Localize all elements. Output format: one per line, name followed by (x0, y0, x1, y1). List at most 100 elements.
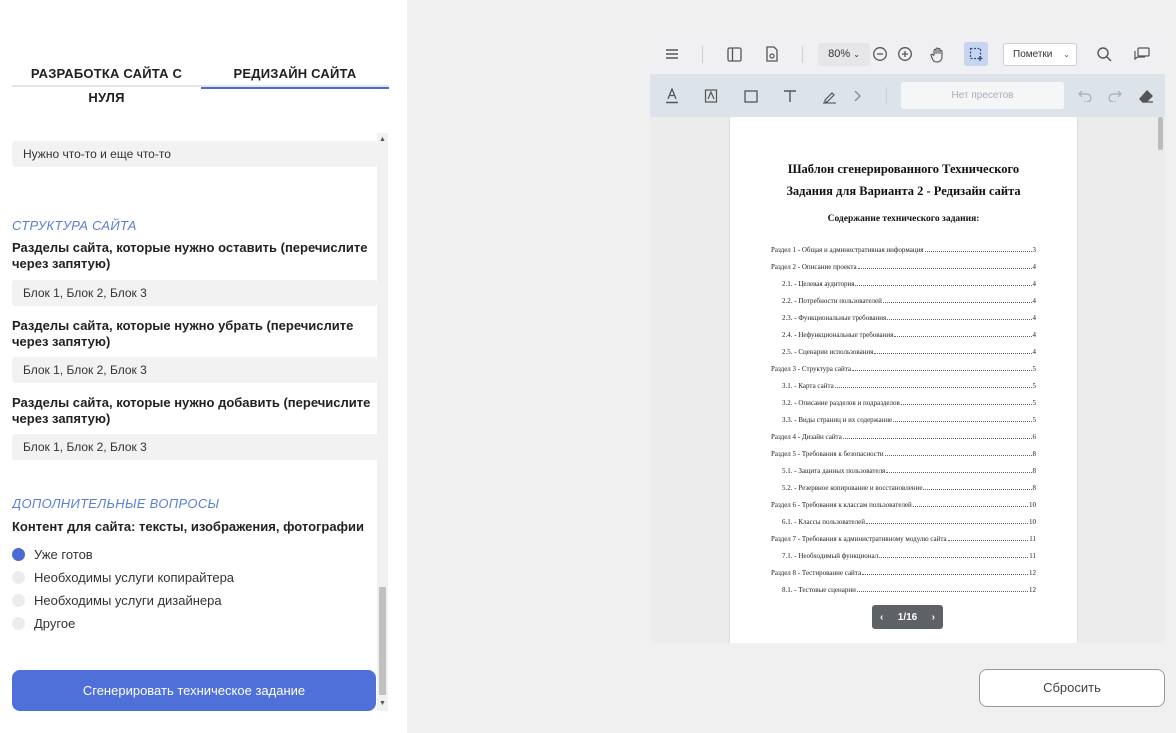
toc-entry[interactable]: 3.2. - Описание разделов и подразделов 5 (771, 390, 1036, 407)
toc-entry[interactable]: 8.1. - Тестовые сценарии 12 (771, 577, 1036, 594)
toc-entry[interactable]: 6.1. - Классы пользователей 10 (771, 509, 1036, 526)
form-scroll-area: Нужно что-то и еще что-то СТРУКТУРА САЙТ… (12, 133, 377, 711)
toc-entry[interactable]: 3.1. - Карта сайта 5 (771, 373, 1036, 390)
pan-hand-icon[interactable] (927, 43, 949, 65)
toc-leader-dots (865, 523, 1028, 524)
highlight-text-icon[interactable] (700, 85, 722, 107)
toc-entry-page: 12 (1029, 569, 1036, 577)
toc-entry[interactable]: 2.5. - Сценарии использования 4 (771, 339, 1036, 356)
radio-option-ready[interactable]: Уже готов (12, 546, 93, 562)
toc-entry[interactable]: 2.3. - Функциональные требования 4 (771, 305, 1036, 322)
toc-entry-text: Раздел 4 - Дизайн сайта (771, 433, 842, 441)
toc-entry-text: 2.1. - Целевая аудитория (782, 280, 855, 288)
toc-entry-page: 4 (1032, 280, 1037, 288)
viewer-toolbar: 80% ⌄ Пометки ⌄ (650, 34, 1165, 75)
toc-entry[interactable]: Раздел 7 - Требования к административном… (771, 526, 1036, 543)
chevron-down-icon: ⌄ (853, 50, 860, 59)
keep-sections-label: Разделы сайта, которые нужно оставить (п… (12, 240, 368, 271)
toc-leader-dots (834, 387, 1032, 388)
annotations-dropdown[interactable]: Пометки ⌄ (1003, 43, 1077, 66)
add-sections-input[interactable]: Блок 1, Блок 2, Блок 3 (12, 434, 377, 460)
scrollbar-thumb[interactable] (379, 587, 386, 695)
document-canvas[interactable]: Шаблон сгенерированного Технического Зад… (650, 117, 1165, 643)
radio-option-designer[interactable]: Необходимы услуги дизайнера (12, 592, 222, 608)
toc-entry-text: 5.2. - Резервное копирование и восстанов… (782, 484, 923, 492)
keep-sections-input[interactable]: Блок 1, Блок 2, Блок 3 (12, 280, 377, 306)
radio-button[interactable] (12, 616, 25, 630)
next-page-icon[interactable]: › (932, 612, 935, 623)
reset-button[interactable]: Сбросить (979, 669, 1165, 707)
radio-option-other[interactable]: Другое (12, 615, 75, 631)
free-text-icon[interactable] (779, 85, 801, 107)
toc-entry[interactable]: Раздел 1 - Общая и административная инфо… (771, 237, 1036, 254)
eraser-icon[interactable] (1135, 85, 1157, 107)
chevron-right-icon[interactable] (846, 85, 868, 107)
radio-button[interactable] (12, 570, 25, 584)
toc-entry[interactable]: 2.2. - Потребности пользователей 4 (771, 288, 1036, 305)
toc-entry[interactable]: 2.1. - Целевая аудитория 4 (771, 271, 1036, 288)
radio-option-copywriter[interactable]: Необходимы услуги копирайтера (12, 569, 234, 585)
toc-entry-page: 4 (1032, 297, 1037, 305)
toc-entry[interactable]: 5.2. - Резервное копирование и восстанов… (771, 475, 1036, 492)
sidebar-toggle-icon[interactable] (723, 43, 745, 65)
toc-entry[interactable]: Раздел 5 - Требования к безопасности 8 (771, 441, 1036, 458)
redo-icon[interactable] (1103, 85, 1125, 107)
zoom-in-icon[interactable] (894, 43, 916, 65)
previous-page-icon[interactable]: ‹ (880, 612, 883, 623)
toc-leader-dots (900, 404, 1032, 405)
toc-entry[interactable]: Раздел 4 - Дизайн сайта 6 (771, 424, 1036, 441)
toc-entry[interactable]: Раздел 6 - Требования к классам пользова… (771, 492, 1036, 509)
toc-entry-page: 4 (1032, 314, 1037, 322)
toc-entry-page: 5 (1032, 365, 1037, 373)
remove-sections-input[interactable]: Блок 1, Блок 2, Блок 3 (12, 357, 377, 383)
document-settings-icon[interactable] (761, 43, 783, 65)
toc-entry[interactable]: Раздел 3 - Структура сайта 5 (771, 356, 1036, 373)
toc-entry-page: 5 (1032, 399, 1037, 407)
tab-redesign[interactable]: РЕДИЗАЙН САЙТА (201, 62, 389, 89)
area-select-icon[interactable] (965, 43, 987, 65)
toc-entry-page: 3 (1032, 246, 1037, 254)
zoom-dropdown[interactable]: 80% ⌄ (818, 43, 870, 66)
toc-entry-text: 3.2. - Описание разделов и подразделов (782, 399, 900, 407)
document-title-line2: Задания для Варианта 2 - Редизайн сайта (786, 184, 1021, 198)
radio-button[interactable] (12, 547, 25, 561)
toc-leader-dots (893, 421, 1032, 422)
menu-icon[interactable] (661, 43, 683, 65)
toc-entry[interactable]: 5.1. - Защита данных пользователя 8 (771, 458, 1036, 475)
section-title-additional: ДОПОЛНИТЕЛЬНЫЕ ВОПРОСЫ (12, 496, 220, 511)
scroll-down-arrow-icon[interactable]: ▼ (377, 697, 388, 711)
section-title-structure: СТРУКТУРА САЙТА (12, 218, 137, 233)
toc-leader-dots (879, 557, 1029, 558)
rectangle-shape-icon[interactable] (740, 85, 762, 107)
zoom-out-icon[interactable] (869, 43, 891, 65)
document-title-line1: Шаблон сгенерированного Технического (787, 162, 1020, 176)
undo-icon[interactable] (1074, 85, 1096, 107)
signature-pen-icon[interactable] (818, 85, 840, 107)
toc-entry-page: 5 (1032, 416, 1037, 424)
document-scrollbar-thumb[interactable] (1158, 117, 1163, 150)
document-scrollbar[interactable] (1157, 117, 1165, 643)
previous-field-input[interactable]: Нужно что-то и еще что-то (12, 141, 377, 167)
toolbar-divider (802, 46, 803, 63)
scroll-up-arrow-icon[interactable]: ▲ (377, 133, 388, 147)
generate-spec-button[interactable]: Сгенерировать техническое задание (12, 670, 376, 711)
toc-leader-dots (882, 302, 1032, 303)
radio-button[interactable] (12, 593, 25, 607)
toc-entry[interactable]: 3.3. - Виды страниц и их содержание 5 (771, 407, 1036, 424)
toc-entry[interactable]: 7.1. - Необходимый функционал 11 (771, 543, 1036, 560)
toc-leader-dots (862, 574, 1028, 575)
presets-selector[interactable]: Нет пресетов (901, 82, 1064, 109)
toc-leader-dots (924, 251, 1032, 252)
toc-entry-page: 12 (1029, 586, 1036, 594)
toc-leader-dots (874, 353, 1032, 354)
form-scrollbar[interactable]: ▲ ▼ (377, 133, 388, 711)
toc-leader-dots (884, 455, 1032, 456)
text-color-icon[interactable] (661, 85, 683, 107)
comments-panel-icon[interactable] (1131, 43, 1153, 65)
toc-entry[interactable]: 2.4. - Нефункциональные требования 4 (771, 322, 1036, 339)
toc-entry[interactable]: Раздел 8 - Тестирование сайта 12 (771, 560, 1036, 577)
toc-entry[interactable]: Раздел 2 - Описание проекта 4 (771, 254, 1036, 271)
tab-from-scratch[interactable]: РАЗРАБОТКА САЙТА С НУЛЯ (12, 62, 201, 105)
toc-entry-page: 11 (1029, 552, 1036, 560)
search-icon[interactable] (1093, 43, 1115, 65)
